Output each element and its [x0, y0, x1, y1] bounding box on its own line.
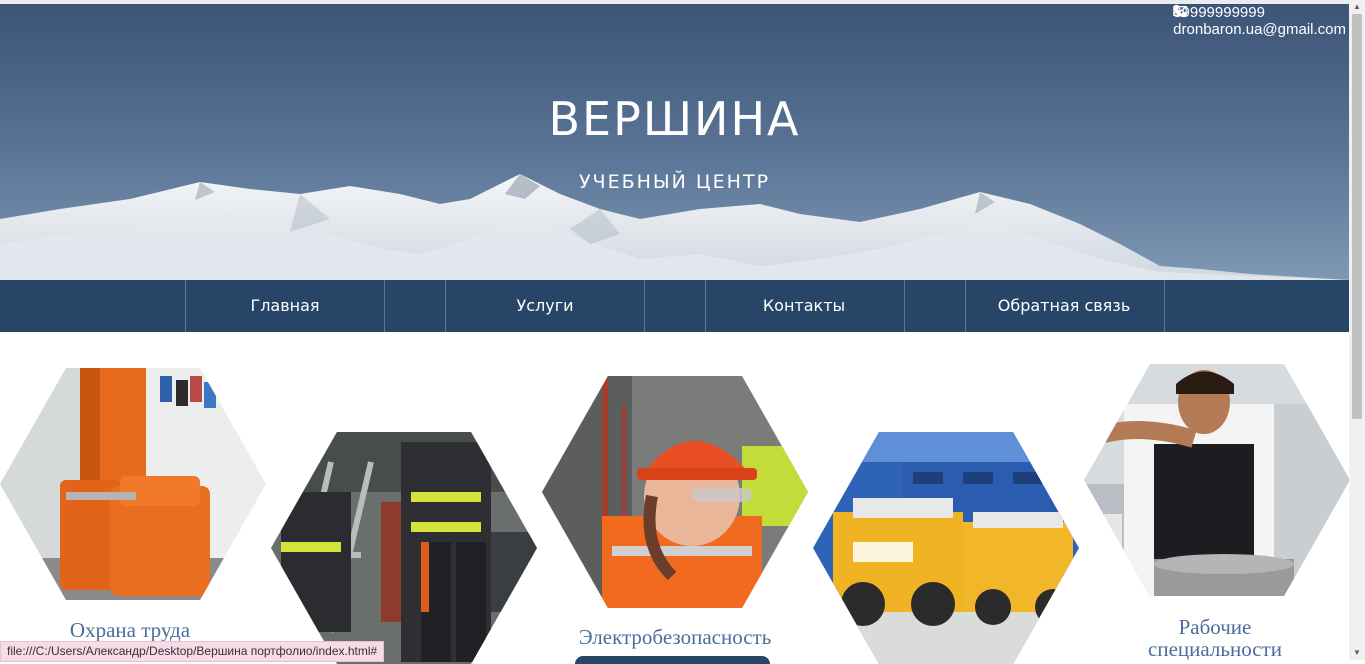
- service-card-fire-safety[interactable]: [271, 432, 537, 664]
- card-caption-electrical-safety[interactable]: Электробезопасность: [560, 626, 790, 648]
- scroll-down-arrow-icon[interactable]: ▼: [1352, 648, 1362, 658]
- nav-item-services[interactable]: Услуги: [445, 280, 645, 332]
- page-scrollbar[interactable]: ▲ ▼: [1349, 0, 1365, 660]
- browser-status-url: file:///C:/Users/Александр/Desktop/Верши…: [0, 641, 385, 662]
- service-card-mining-vehicles[interactable]: [813, 432, 1079, 664]
- service-card-labor-safety[interactable]: [0, 368, 266, 600]
- envelope-icon: [1173, 5, 1187, 17]
- nav-item-feedback[interactable]: Обратная связь: [964, 280, 1164, 332]
- site-subtitle: УЧЕБНЫЙ ЦЕНТР: [578, 171, 771, 193]
- email-row[interactable]: dronbaron.ua@gmail.com: [1173, 5, 1346, 38]
- email-address: dronbaron.ua@gmail.com: [1173, 21, 1346, 38]
- site-title: ВЕРШИНА: [548, 92, 801, 146]
- phone-row[interactable]: 89999999999: [1173, 4, 1346, 21]
- nav-divider: [644, 280, 645, 332]
- more-button[interactable]: [575, 656, 770, 664]
- hero-banner: ВЕРШИНА УЧЕБНЫЙ ЦЕНТР 89999999999 dronba…: [0, 4, 1349, 280]
- card-caption-labor-safety[interactable]: Охрана труда: [30, 619, 230, 641]
- scrollbar-thumb[interactable]: [1352, 14, 1362, 419]
- nav-divider: [1164, 280, 1165, 332]
- service-card-electrical-safety[interactable]: [542, 376, 808, 608]
- card-caption-working-professions[interactable]: Рабочие специальности: [1110, 616, 1320, 660]
- nav-item-contacts[interactable]: Контакты: [704, 280, 904, 332]
- caption-line: специальности: [1148, 637, 1282, 661]
- contact-info: 89999999999 dronbaron.ua@gmail.com: [1173, 4, 1346, 38]
- scroll-up-arrow-icon[interactable]: ▲: [1352, 2, 1362, 12]
- nav-divider: [904, 280, 905, 332]
- service-card-working-professions[interactable]: [1084, 364, 1350, 596]
- nav-item-home[interactable]: Главная: [185, 280, 385, 332]
- caption-line: Рабочие: [1178, 615, 1252, 639]
- main-navigation: Главная Услуги Контакты Обратная связь: [0, 280, 1349, 332]
- nav-divider: [384, 280, 385, 332]
